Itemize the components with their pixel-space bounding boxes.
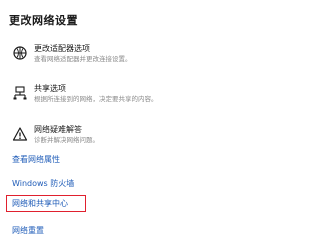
network-reset-link[interactable]: 网络重置	[12, 226, 44, 236]
network-adapter-icon	[12, 45, 28, 61]
change-adapter-options-label: 更改适配器选项	[34, 44, 90, 53]
network-sharing-center-link[interactable]: 网络和共享中心	[12, 199, 68, 209]
sharing-options-description: 根据所连接到的网络，决定要共享的内容。	[34, 95, 158, 103]
change-adapter-options-description: 查看网络适配器并更改连接设置。	[34, 55, 132, 63]
network-troubleshooter[interactable]: 网络疑难解答 诊断并解决网络问题。	[12, 125, 237, 155]
view-network-properties-link[interactable]: 查看网络属性	[12, 155, 60, 165]
warning-icon	[12, 126, 28, 142]
sharing-options[interactable]: 共享选项 根据所连接到的网络，决定要共享的内容。	[12, 84, 237, 114]
section-title: 更改网络设置	[9, 14, 78, 27]
sharing-options-label: 共享选项	[34, 84, 66, 93]
change-adapter-options[interactable]: 更改适配器选项 查看网络适配器并更改连接设置。	[12, 44, 237, 74]
sharing-icon	[12, 85, 28, 101]
windows-firewall-link[interactable]: Windows 防火墙	[12, 179, 74, 189]
network-settings-panel: 更改网络设置 更改适配器选项 查看网络适配器并更改连接设置。 共享选项 根据所连…	[0, 0, 247, 245]
network-troubleshooter-label: 网络疑难解答	[34, 125, 82, 134]
network-troubleshooter-description: 诊断并解决网络问题。	[34, 136, 99, 144]
